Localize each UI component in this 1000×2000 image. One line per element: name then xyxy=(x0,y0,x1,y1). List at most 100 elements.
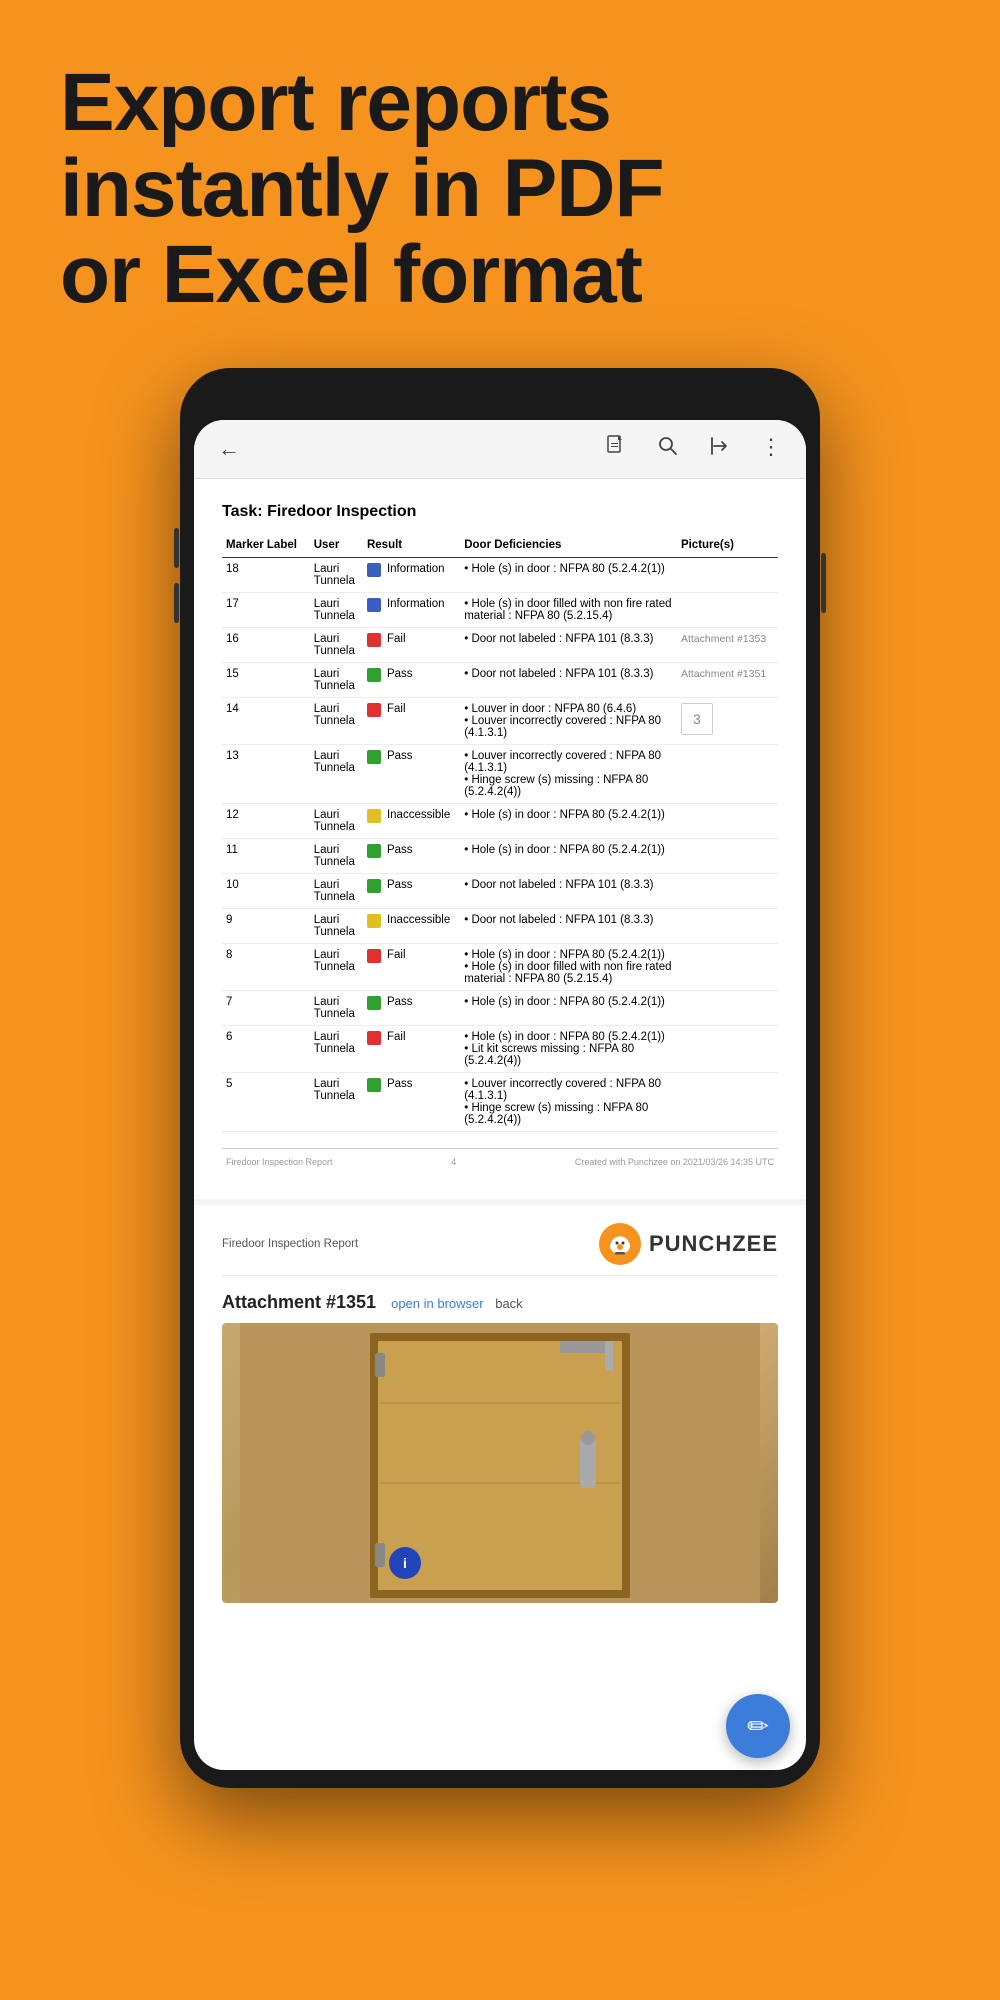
pdf-icon[interactable] xyxy=(604,434,628,464)
cell-result-text: Inaccessible xyxy=(383,804,460,839)
cell-deficiencies: • Door not labeled : NFPA 101 (8.3.3) xyxy=(460,874,677,909)
cell-result-text: Pass xyxy=(383,874,460,909)
page2-header: Firedoor Inspection Report xyxy=(222,1223,778,1276)
cell-picture xyxy=(677,944,778,991)
cell-user: LauriTunnela xyxy=(310,663,363,698)
cell-user: LauriTunnela xyxy=(310,593,363,628)
cell-deficiencies: • Louver incorrectly covered : NFPA 80 (… xyxy=(460,745,677,804)
cell-result-text: Fail xyxy=(383,1026,460,1073)
pdf-footer: Firedoor Inspection Report 4 Created wit… xyxy=(222,1148,778,1175)
cell-result-color xyxy=(363,663,383,698)
cell-result-text: Fail xyxy=(383,628,460,663)
cell-deficiencies: • Hole (s) in door : NFPA 80 (5.2.4.2(1)… xyxy=(460,839,677,874)
fab-edit-button[interactable]: ✏ xyxy=(726,1694,790,1758)
page2-report-title: Firedoor Inspection Report xyxy=(222,1238,358,1250)
green-dot xyxy=(367,879,381,893)
cell-picture xyxy=(677,558,778,593)
cell-result-text: Pass xyxy=(383,1073,460,1132)
attachment-link[interactable]: Attachment #1353 xyxy=(681,633,766,645)
share-icon[interactable] xyxy=(708,434,732,464)
svg-text:i: i xyxy=(403,1555,407,1571)
hero-title: Export reports instantly in PDF or Excel… xyxy=(60,60,940,318)
cell-picture: Attachment #1351 xyxy=(677,663,778,698)
green-dot xyxy=(367,844,381,858)
cell-marker: 14 xyxy=(222,698,310,745)
cell-picture xyxy=(677,991,778,1026)
red-dot xyxy=(367,703,381,717)
attachment-link[interactable]: Attachment #1351 xyxy=(681,668,766,680)
cell-deficiencies: • Door not labeled : NFPA 101 (8.3.3) xyxy=(460,909,677,944)
footer-right: Created with Punchzee on 2021/03/26 14:3… xyxy=(575,1157,774,1167)
cell-user: LauriTunnela xyxy=(310,909,363,944)
cell-marker: 17 xyxy=(222,593,310,628)
back-link[interactable]: back xyxy=(495,1296,522,1311)
table-row: 9LauriTunnelaInaccessible• Door not labe… xyxy=(222,909,778,944)
cell-result-color xyxy=(363,593,383,628)
cell-picture xyxy=(677,1073,778,1132)
yellow-dot xyxy=(367,914,381,928)
open-in-browser-link[interactable]: open in browser xyxy=(391,1296,484,1311)
cell-result-text: Information xyxy=(383,558,460,593)
table-row: 13LauriTunnelaPass• Louver incorrectly c… xyxy=(222,745,778,804)
cell-user: LauriTunnela xyxy=(310,874,363,909)
phone-screen: ← xyxy=(194,420,806,1770)
cell-marker: 12 xyxy=(222,804,310,839)
yellow-dot xyxy=(367,809,381,823)
col-result: Result xyxy=(363,535,460,558)
cell-marker: 9 xyxy=(222,909,310,944)
green-dot xyxy=(367,1078,381,1092)
cell-deficiencies: • Hole (s) in door : NFPA 80 (5.2.4.2(1)… xyxy=(460,558,677,593)
table-row: 6LauriTunnelaFail• Hole (s) in door : NF… xyxy=(222,1026,778,1073)
cell-result-color xyxy=(363,1026,383,1073)
cell-result-text: Pass xyxy=(383,839,460,874)
phone-frame: ← xyxy=(180,368,820,1788)
cell-picture xyxy=(677,593,778,628)
col-picture: Picture(s) xyxy=(677,535,778,558)
cell-picture xyxy=(677,1026,778,1073)
cell-user: LauriTunnela xyxy=(310,839,363,874)
table-row: 14LauriTunnelaFail• Louver in door : NFP… xyxy=(222,698,778,745)
cell-user: LauriTunnela xyxy=(310,698,363,745)
cell-result-text: Information xyxy=(383,593,460,628)
cell-deficiencies: • Hole (s) in door : NFPA 80 (5.2.4.2(1)… xyxy=(460,991,677,1026)
cell-deficiencies: • Hole (s) in door : NFPA 80 (5.2.4.2(1)… xyxy=(460,1026,677,1073)
back-icon[interactable]: ← xyxy=(218,436,240,462)
cell-marker: 16 xyxy=(222,628,310,663)
cell-picture xyxy=(677,745,778,804)
col-marker: Marker Label xyxy=(222,535,310,558)
punchzee-helmet-icon xyxy=(599,1223,641,1265)
volume-up-button xyxy=(174,528,179,568)
cell-result-color xyxy=(363,558,383,593)
blue-dot xyxy=(367,563,381,577)
green-dot xyxy=(367,750,381,764)
red-dot xyxy=(367,1031,381,1045)
cell-picture: Attachment #1353 xyxy=(677,628,778,663)
door-image-inner: i xyxy=(222,1323,778,1603)
phone-mockup: ← xyxy=(0,368,1000,1788)
cell-result-text: Pass xyxy=(383,663,460,698)
cell-result-color xyxy=(363,745,383,804)
cell-result-text: Pass xyxy=(383,991,460,1026)
cell-deficiencies: • Hole (s) in door filled with non fire … xyxy=(460,593,677,628)
cell-result-color xyxy=(363,991,383,1026)
green-dot xyxy=(367,996,381,1010)
cell-picture: 3 xyxy=(677,698,778,745)
table-row: 18LauriTunnelaInformation• Hole (s) in d… xyxy=(222,558,778,593)
inspection-table: Marker Label User Result Door Deficienci… xyxy=(222,535,778,1132)
cell-result-color xyxy=(363,909,383,944)
red-dot xyxy=(367,949,381,963)
cell-result-color xyxy=(363,874,383,909)
hero-section: Export reports instantly in PDF or Excel… xyxy=(0,0,1000,348)
table-row: 10LauriTunnelaPass• Door not labeled : N… xyxy=(222,874,778,909)
footer-left: Firedoor Inspection Report xyxy=(226,1157,333,1167)
task-title: Task: Firedoor Inspection xyxy=(222,503,778,521)
more-icon[interactable]: ⋮ xyxy=(760,434,782,464)
table-row: 15LauriTunnelaPass• Door not labeled : N… xyxy=(222,663,778,698)
cell-marker: 15 xyxy=(222,663,310,698)
search-icon[interactable] xyxy=(656,434,680,464)
cell-user: LauriTunnela xyxy=(310,991,363,1026)
table-row: 8LauriTunnelaFail• Hole (s) in door : NF… xyxy=(222,944,778,991)
volume-down-button xyxy=(174,583,179,623)
cell-user: LauriTunnela xyxy=(310,558,363,593)
cell-result-color xyxy=(363,944,383,991)
